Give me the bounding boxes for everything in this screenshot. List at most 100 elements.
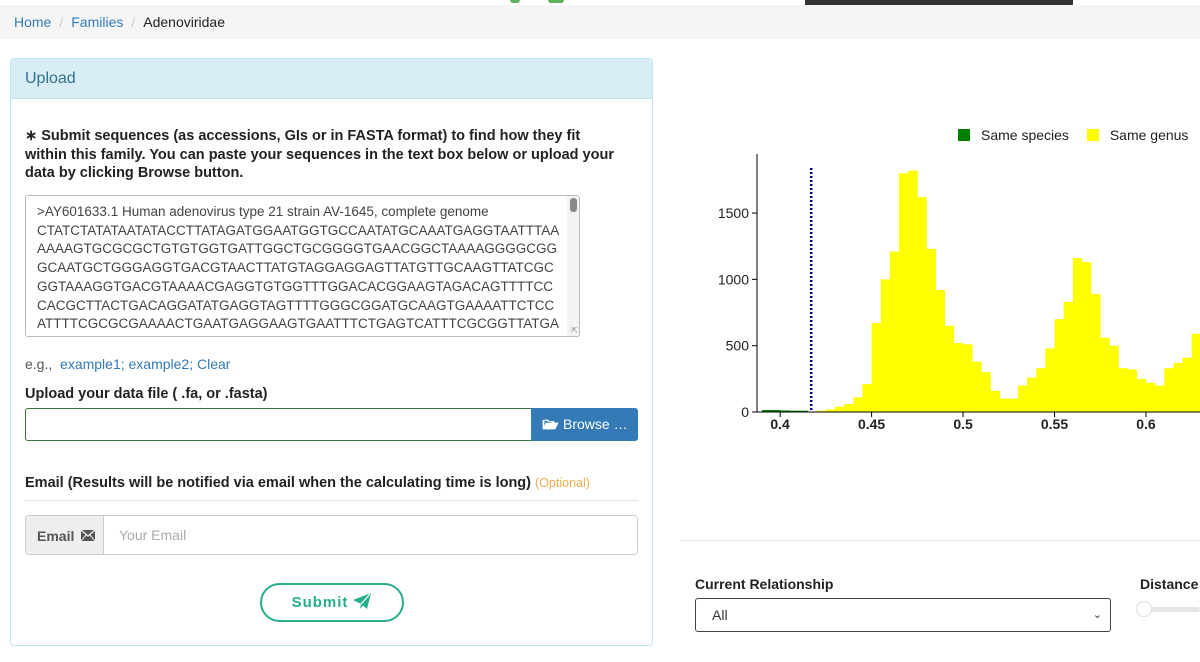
legend-swatch-same-species bbox=[958, 129, 970, 141]
email-input-group: Email bbox=[25, 515, 638, 555]
histogram-bar bbox=[880, 279, 891, 412]
legend-label-same-species: Same species bbox=[981, 127, 1069, 143]
histogram-bar bbox=[1027, 377, 1037, 412]
histogram-bar bbox=[926, 248, 936, 412]
x-tick-label: 0.4 bbox=[770, 416, 790, 432]
histogram-bar bbox=[917, 197, 927, 412]
y-tick-label: 0 bbox=[741, 404, 749, 420]
submit-button[interactable]: Submit bbox=[260, 583, 404, 622]
histogram-bar bbox=[1182, 357, 1193, 412]
upload-panel-title: Upload bbox=[11, 59, 652, 99]
histogram-bar bbox=[835, 406, 845, 412]
histogram-bar bbox=[1145, 382, 1156, 412]
y-tick-label: 1500 bbox=[718, 205, 749, 221]
legend-item-same-species: Same species bbox=[958, 127, 1069, 143]
browse-button-label: Browse … bbox=[563, 416, 628, 432]
chevron-down-icon: ⌄ bbox=[1092, 609, 1102, 621]
folder-open-icon bbox=[542, 419, 559, 430]
histogram-bar bbox=[871, 323, 882, 412]
histogram-bar bbox=[1017, 385, 1028, 412]
sequence-line: CTATCTATATAATATACCTTATAGATGGAATGGTGCCAAT… bbox=[37, 222, 560, 238]
envelope-icon bbox=[81, 530, 96, 541]
email-section-text: Email (Results will be notified via emai… bbox=[25, 475, 531, 491]
y-tick-label: 500 bbox=[726, 338, 750, 354]
breadcrumb-home-link[interactable]: Home bbox=[14, 14, 51, 30]
email-section-label: Email (Results will be notified via emai… bbox=[25, 475, 590, 491]
submit-button-label: Submit bbox=[291, 594, 349, 611]
sequence-line: ATTTTCGCGCGAAAACTGAATGAGGAAGTGAATTTCTGAG… bbox=[37, 316, 559, 332]
paper-plane-icon bbox=[353, 593, 372, 609]
breadcrumb-separator: / bbox=[131, 14, 136, 30]
logo-fragment bbox=[548, 0, 564, 3]
histogram-bar bbox=[1136, 378, 1147, 412]
x-tick-label: 0.5 bbox=[953, 416, 973, 432]
email-divider bbox=[25, 500, 638, 501]
histogram-bar bbox=[972, 361, 982, 412]
distance-slider-track[interactable] bbox=[1145, 607, 1200, 612]
examples-prefix: e.g., bbox=[25, 356, 53, 372]
breadcrumb: Home / Families / Adenoviridae bbox=[0, 5, 1200, 39]
histogram-bar bbox=[1045, 348, 1055, 412]
example2-link[interactable]: example2; bbox=[129, 356, 194, 372]
distance-slider-handle[interactable] bbox=[1136, 601, 1152, 617]
histogram-bar bbox=[1191, 333, 1200, 412]
distance-histogram-chart: 0 500 1000 1500 0.4 0.45 0.5 0.55 0.6 bbox=[718, 154, 1200, 432]
histogram-bar bbox=[990, 390, 1000, 412]
browse-button[interactable]: Browse … bbox=[531, 408, 638, 441]
legend-swatch-same-genus bbox=[1086, 129, 1099, 141]
histogram-bar bbox=[999, 398, 1010, 412]
file-path-input[interactable] bbox=[25, 408, 532, 441]
histogram-bar bbox=[889, 251, 900, 412]
sequence-textarea[interactable]: >AY601633.1 Human adenovirus type 21 str… bbox=[25, 195, 580, 337]
resize-grip-icon[interactable]: ⇱ bbox=[571, 327, 578, 335]
email-addon: Email bbox=[26, 516, 104, 554]
sequence-line: CACGCTTACTGACAGGATATGAGGTAGTTTTGGGCGGATG… bbox=[37, 297, 555, 313]
x-tick-label: 0.6 bbox=[1136, 416, 1156, 432]
histogram-bar bbox=[899, 173, 909, 412]
histogram-bar bbox=[1100, 337, 1110, 412]
textarea-scrollbar[interactable] bbox=[567, 196, 579, 336]
histogram-bar bbox=[981, 372, 991, 412]
histogram-bar bbox=[963, 344, 973, 412]
logo-fragment bbox=[510, 0, 520, 3]
clear-link[interactable]: Clear bbox=[197, 356, 230, 372]
histogram-bar bbox=[1081, 262, 1092, 412]
histogram-bar bbox=[1118, 368, 1128, 412]
histogram-bar bbox=[1063, 301, 1074, 412]
breadcrumb-current: Adenoviridae bbox=[143, 14, 225, 30]
right-divider bbox=[681, 540, 1200, 541]
distance-label: Distance bbox=[1140, 576, 1199, 592]
file-upload-label: Upload your data file ( .fa, or .fasta) bbox=[25, 386, 268, 402]
legend-label-same-genus: Same genus bbox=[1109, 127, 1189, 143]
chart-legend: Same species Same genus bbox=[958, 127, 1200, 143]
histogram-bar bbox=[1036, 368, 1046, 412]
histogram-bar bbox=[1091, 293, 1101, 412]
sequence-line: >AY601633.1 Human adenovirus type 21 str… bbox=[37, 204, 489, 219]
relationship-select[interactable]: All ⌄ bbox=[695, 598, 1111, 632]
histogram-bar bbox=[1072, 258, 1083, 412]
email-addon-label: Email bbox=[37, 528, 75, 544]
email-field[interactable] bbox=[105, 516, 637, 554]
breadcrumb-separator: / bbox=[59, 14, 64, 30]
upload-description-text: Submit sequences (as accessions, GIs or … bbox=[25, 128, 614, 181]
histogram-bar bbox=[1054, 319, 1064, 412]
upload-description: ∗ Submit sequences (as accessions, GIs o… bbox=[25, 127, 625, 183]
legend-item-same-genus: Same genus bbox=[1086, 127, 1189, 143]
relationship-label: Current Relationship bbox=[695, 576, 834, 592]
sequence-line: GCAATGCTGGGAGGTGACGTAACTTATGTAGGAGGAGTTA… bbox=[37, 260, 554, 276]
sequence-line: GGTAAAGGTGACGTAAAACGAGGTGTGGTTTGGACACGGA… bbox=[37, 278, 554, 294]
example1-link[interactable]: example1; bbox=[60, 356, 125, 372]
required-mark: ∗ bbox=[25, 128, 38, 144]
histogram-bar bbox=[844, 404, 854, 412]
x-tick-label: 0.55 bbox=[1041, 416, 1068, 432]
histogram-bar bbox=[862, 384, 872, 412]
histogram-bar bbox=[935, 289, 946, 412]
x-tick-label: 0.45 bbox=[858, 416, 885, 432]
histogram-bar bbox=[1109, 345, 1119, 412]
histogram-bar bbox=[1127, 369, 1138, 412]
sequence-lines: >AY601633.1 Human adenovirus type 21 str… bbox=[37, 203, 579, 334]
sequence-line: AAAAGTGCGCGCTGTGTGGTGATTGGCTGCGGGGTGAACG… bbox=[37, 241, 558, 257]
breadcrumb-families-link[interactable]: Families bbox=[71, 14, 123, 30]
scrollbar-thumb[interactable] bbox=[570, 198, 577, 212]
relationship-selected-value: All bbox=[712, 607, 728, 623]
